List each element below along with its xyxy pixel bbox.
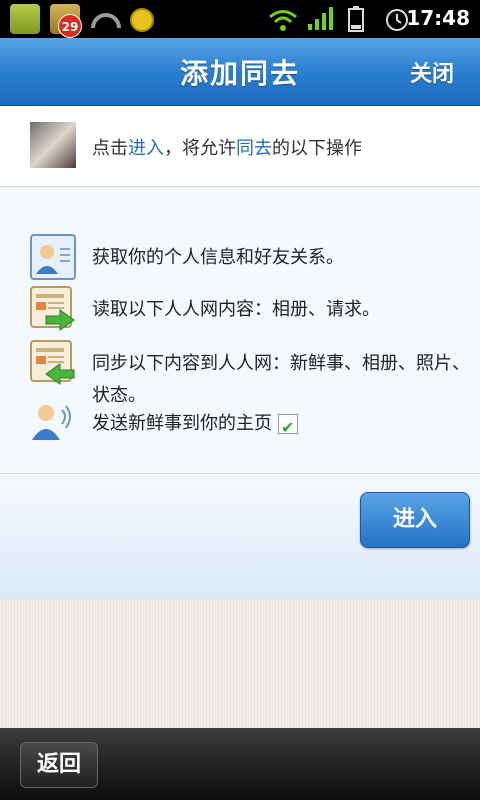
battery-icon bbox=[348, 6, 364, 32]
bottom-toolbar: 返回 bbox=[0, 728, 480, 800]
background-pattern bbox=[0, 600, 480, 728]
close-button[interactable]: 关闭 bbox=[410, 56, 454, 88]
broadcast-user-icon bbox=[32, 405, 71, 440]
status-time: 17:48 bbox=[406, 6, 470, 30]
intro-panel: 点击进入，将允许同去的以下操作 bbox=[0, 106, 480, 187]
permission-text: 读取以下人人网内容：相册、请求。 bbox=[92, 299, 380, 320]
post-feed-checkbox[interactable] bbox=[278, 412, 298, 444]
user-profile-icon bbox=[30, 234, 76, 280]
intro-link-app: 同去 bbox=[236, 138, 272, 159]
page-title: 添加同去 bbox=[179, 57, 300, 90]
permission-label: 发送新鲜事到你的主页 bbox=[92, 413, 272, 434]
enter-button[interactable]: 进入 bbox=[360, 492, 470, 548]
arc-icon bbox=[91, 13, 121, 29]
sun-icon bbox=[130, 8, 154, 32]
header-bar: 添加同去 关闭 bbox=[0, 38, 480, 106]
read-content-icon bbox=[30, 286, 75, 331]
intro-middle: ，将允许 bbox=[164, 138, 236, 159]
permissions-panel: 获取你的个人信息和好友关系。 读取以下人人网内容：相册、请求。 同步以下内容到人… bbox=[0, 188, 480, 474]
permission-text: 发送新鲜事到你的主页 bbox=[92, 408, 472, 444]
action-area: 进入 bbox=[0, 474, 480, 600]
avatar bbox=[30, 122, 76, 168]
intro-prefix: 点击 bbox=[92, 138, 128, 159]
permission-text: 同步以下内容到人人网：新鲜事、相册、照片、状态。 bbox=[92, 353, 470, 406]
status-bar: 29 17:48 bbox=[0, 0, 480, 38]
intro-suffix: 的以下操作 bbox=[272, 138, 362, 159]
intro-link-enter: 进入 bbox=[128, 138, 164, 159]
sync-content-icon bbox=[30, 340, 75, 385]
signal-icon bbox=[308, 7, 333, 30]
intro-text: 点击进入，将允许同去的以下操作 bbox=[92, 134, 362, 160]
app-notification-icon bbox=[10, 4, 40, 34]
permission-text: 获取你的个人信息和好友关系。 bbox=[92, 247, 344, 268]
notification-count-badge: 29 bbox=[58, 14, 82, 38]
back-button[interactable]: 返回 bbox=[20, 742, 98, 788]
wifi-icon bbox=[269, 10, 297, 31]
